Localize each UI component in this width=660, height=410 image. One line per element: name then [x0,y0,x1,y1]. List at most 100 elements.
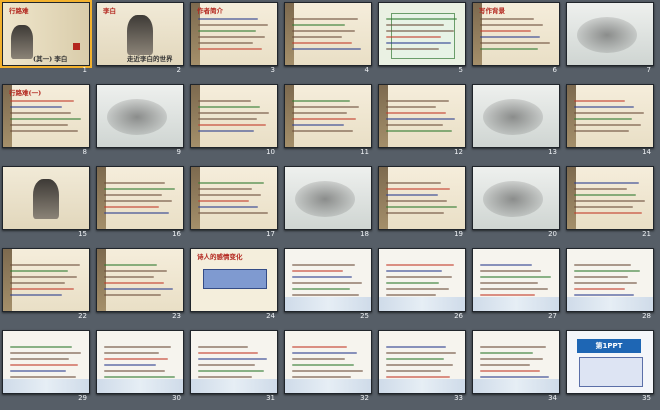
slide-preview[interactable] [284,84,372,148]
slide-thumbnail[interactable]: 30 [94,328,184,408]
slide-number: 8 [82,148,87,156]
slide-thumbnail[interactable]: 17 [188,164,278,244]
slide-number: 1 [82,66,87,74]
slide-number: 19 [454,230,463,238]
slide-body-text [198,100,270,141]
slide-thumbnail[interactable]: 行路难(一) 8 [0,82,90,162]
slide-thumbnail[interactable]: 李白 走近李白的世界 2 [94,0,184,80]
slide-number: 17 [266,230,275,238]
slide-preview[interactable] [190,84,278,148]
slide-preview[interactable]: 写作背景 [472,2,560,66]
slide-preview[interactable] [472,166,560,230]
slide-body-text [292,18,364,59]
slide-preview[interactable]: 作者简介 [190,2,278,66]
slide-title: 作者简介 [197,7,223,15]
slide-preview[interactable] [566,2,654,66]
slide-body-text [386,264,458,305]
slide-thumbnail[interactable]: 20 [470,164,560,244]
slide-preview[interactable] [472,248,560,312]
slide-preview[interactable] [378,248,466,312]
slide-preview[interactable] [472,330,560,394]
slide-number: 6 [552,66,557,74]
slide-preview[interactable] [190,166,278,230]
slide-preview[interactable] [566,248,654,312]
slide-preview[interactable] [2,330,90,394]
slide-preview[interactable]: 行路难 (其一) 李白 [0,0,92,68]
slide-number: 31 [266,394,275,402]
slide-preview[interactable] [2,166,90,230]
slide-number: 12 [454,148,463,156]
slide-thumbnail[interactable]: 29 [0,328,90,408]
slide-thumbnail[interactable]: 第1PPT 35 [564,328,654,408]
slide-preview[interactable] [566,166,654,230]
slide-preview[interactable] [472,84,560,148]
slide-thumbnail[interactable]: 12 [376,82,466,162]
slide-thumbnail[interactable]: 34 [470,328,560,408]
slide-thumbnail[interactable]: 13 [470,82,560,162]
slide-thumbnail[interactable]: 14 [564,82,654,162]
slide-preview[interactable] [378,166,466,230]
slide-thumbnail[interactable]: 28 [564,246,654,326]
slide-number: 15 [78,230,87,238]
slide-preview[interactable] [284,166,372,230]
slide-preview[interactable] [96,248,184,312]
slide-thumbnail[interactable]: 19 [376,164,466,244]
slide-preview[interactable] [378,330,466,394]
slide-thumbnail[interactable]: 23 [94,246,184,326]
slide-thumbnail[interactable]: 写作背景 6 [470,0,560,80]
slide-number: 13 [548,148,557,156]
slide-preview[interactable] [284,248,372,312]
slide-thumbnail[interactable]: 4 [282,0,372,80]
slide-preview[interactable] [566,84,654,148]
slide-sorter-grid: 行路难 (其一) 李白 1 李白 走近李白的世界 2 作者简介 3 4 5 写作背景 6 7 行路难(一)… [0,0,660,410]
slide-preview[interactable] [378,84,466,148]
slide-body-text [292,264,364,305]
slide-thumbnail[interactable]: 26 [376,246,466,326]
slide-thumbnail[interactable]: 21 [564,164,654,244]
slide-preview[interactable]: 第1PPT [566,330,654,394]
slide-thumbnail[interactable]: 9 [94,82,184,162]
slide-body-text [480,346,552,387]
slide-thumbnail[interactable]: 25 [282,246,372,326]
slide-thumbnail[interactable]: 31 [188,328,278,408]
slide-number: 24 [266,312,275,320]
slide-body-text [10,264,82,305]
slide-thumbnail[interactable]: 7 [564,0,654,80]
slide-number: 29 [78,394,87,402]
slide-thumbnail[interactable]: 22 [0,246,90,326]
slide-title: 写作背景 [479,7,505,15]
slide-preview[interactable] [96,330,184,394]
slide-thumbnail[interactable]: 16 [94,164,184,244]
slide-preview[interactable]: 行路难(一) [2,84,90,148]
slide-body-text [198,346,270,387]
slide-body-text [10,346,82,387]
slide-preview[interactable] [284,2,372,66]
slide-body-text [104,264,176,305]
slide-number: 3 [270,66,275,74]
slide-title: 行路难 [9,7,29,15]
slide-body-text [574,100,646,141]
slide-thumbnail[interactable]: 15 [0,164,90,244]
slide-preview[interactable] [96,84,184,148]
slide-preview[interactable]: 诗人的感情变化 [190,248,278,312]
slide-thumbnail[interactable]: 18 [282,164,372,244]
slide-thumbnail[interactable]: 作者简介 3 [188,0,278,80]
slide-preview[interactable] [2,248,90,312]
slide-preview[interactable] [284,330,372,394]
slide-number: 35 [642,394,651,402]
slide-number: 9 [176,148,181,156]
slide-thumbnail[interactable]: 5 [376,0,466,80]
slide-preview[interactable] [96,166,184,230]
slide-thumbnail[interactable]: 33 [376,328,466,408]
slide-preview[interactable] [190,330,278,394]
slide-thumbnail[interactable]: 11 [282,82,372,162]
slide-thumbnail[interactable]: 32 [282,328,372,408]
slide-thumbnail[interactable]: 行路难 (其一) 李白 1 [0,0,92,80]
slide-preview[interactable]: 李白 走近李白的世界 [96,2,184,66]
slide-thumbnail[interactable]: 27 [470,246,560,326]
slide-body-text [574,264,646,305]
slide-preview[interactable] [378,2,466,66]
slide-thumbnail[interactable]: 诗人的感情变化 24 [188,246,278,326]
slide-number: 10 [266,148,275,156]
slide-thumbnail[interactable]: 10 [188,82,278,162]
